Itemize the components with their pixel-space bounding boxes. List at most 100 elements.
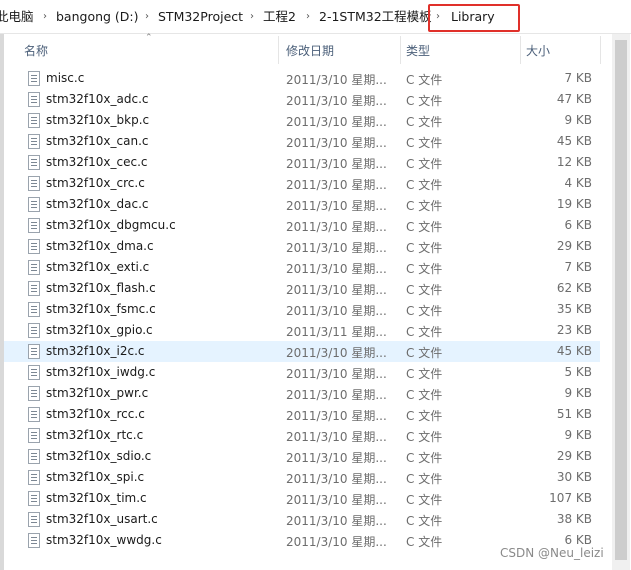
file-type: C 文件 <box>406 283 443 297</box>
file-row[interactable]: stm32f10x_exti.c 2011/3/10 星期... C 文件 7 KB <box>4 257 600 278</box>
file-row[interactable]: stm32f10x_flash.c 2011/3/10 星期... C 文件 62 K… <box>4 278 600 299</box>
file-size: 35 KB <box>556 302 592 316</box>
c-file-icon <box>28 218 40 233</box>
c-file-icon <box>28 533 40 548</box>
c-file-icon <box>28 428 40 443</box>
file-date: 2011/3/10 星期... <box>286 157 387 171</box>
file-size: 29 KB <box>556 239 592 253</box>
file-type: C 文件 <box>406 493 443 507</box>
file-type: C 文件 <box>406 367 443 381</box>
address-bar[interactable]: 此电脑 › bangong (D:) › STM32Project › 工程2 … <box>0 0 631 34</box>
file-row[interactable]: misc.c 2011/3/10 星期... C 文件 7 KB <box>4 68 600 89</box>
file-date: 2011/3/10 星期... <box>286 451 387 465</box>
file-date: 2011/3/10 星期... <box>286 220 387 234</box>
file-row[interactable]: stm32f10x_fsmc.c 2011/3/10 星期... C 文件 35 KB <box>4 299 600 320</box>
file-name: stm32f10x_bkp.c <box>46 113 150 127</box>
c-file-icon <box>28 71 40 86</box>
file-type: C 文件 <box>406 262 443 276</box>
column-divider[interactable] <box>278 36 279 64</box>
file-date: 2011/3/10 星期... <box>286 178 387 192</box>
file-name: stm32f10x_sdio.c <box>46 449 152 463</box>
breadcrumb-template[interactable]: 2-1STM32工程模板 <box>319 9 432 25</box>
file-type: C 文件 <box>406 199 443 213</box>
file-row[interactable]: stm32f10x_dma.c 2011/3/10 星期... C 文件 29 KB <box>4 236 600 257</box>
file-row[interactable]: stm32f10x_bkp.c 2011/3/10 星期... C 文件 9 KB <box>4 110 600 131</box>
file-size: 7 KB <box>564 260 592 274</box>
file-type: C 文件 <box>406 325 443 339</box>
column-divider[interactable] <box>600 36 601 64</box>
column-header-date[interactable]: 修改日期 <box>286 42 334 59</box>
file-type: C 文件 <box>406 157 443 171</box>
file-row[interactable]: stm32f10x_i2c.c 2011/3/10 星期... C 文件 45 KB <box>4 341 600 362</box>
file-date: 2011/3/10 星期... <box>286 367 387 381</box>
file-type: C 文件 <box>406 241 443 255</box>
column-header-name[interactable]: 名称 <box>24 42 48 59</box>
file-date: 2011/3/10 星期... <box>286 304 387 318</box>
c-file-icon <box>28 386 40 401</box>
file-name: misc.c <box>46 71 85 85</box>
file-row[interactable]: stm32f10x_rcc.c 2011/3/10 星期... C 文件 51 KB <box>4 404 600 425</box>
file-type: C 文件 <box>406 514 443 528</box>
file-type: C 文件 <box>406 304 443 318</box>
watermark: CSDN @Neu_leizi <box>500 546 604 560</box>
file-type: C 文件 <box>406 388 443 402</box>
file-row[interactable]: stm32f10x_dbgmcu.c 2011/3/10 星期... C 文件 6 K… <box>4 215 600 236</box>
file-row[interactable]: stm32f10x_spi.c 2011/3/10 星期... C 文件 30 KB <box>4 467 600 488</box>
c-file-icon <box>28 365 40 380</box>
file-row[interactable]: stm32f10x_cec.c 2011/3/10 星期... C 文件 12 KB <box>4 152 600 173</box>
file-name: stm32f10x_rcc.c <box>46 407 145 421</box>
c-file-icon <box>28 197 40 212</box>
file-type: C 文件 <box>406 409 443 423</box>
file-row[interactable]: stm32f10x_crc.c 2011/3/10 星期... C 文件 4 KB <box>4 173 600 194</box>
file-name: stm32f10x_iwdg.c <box>46 365 156 379</box>
file-date: 2011/3/10 星期... <box>286 409 387 423</box>
file-row[interactable]: stm32f10x_usart.c 2011/3/10 星期... C 文件 38 K… <box>4 509 600 530</box>
file-size: 23 KB <box>556 323 592 337</box>
file-name: stm32f10x_usart.c <box>46 512 158 526</box>
file-row[interactable]: stm32f10x_can.c 2011/3/10 星期... C 文件 45 KB <box>4 131 600 152</box>
scrollbar-thumb[interactable] <box>615 40 627 560</box>
file-row[interactable]: stm32f10x_gpio.c 2011/3/11 星期... C 文件 23 KB <box>4 320 600 341</box>
file-type: C 文件 <box>406 220 443 234</box>
file-name: stm32f10x_flash.c <box>46 281 156 295</box>
c-file-icon <box>28 92 40 107</box>
file-name: stm32f10x_gpio.c <box>46 323 153 337</box>
file-name: stm32f10x_i2c.c <box>46 344 145 358</box>
file-row[interactable]: stm32f10x_pwr.c 2011/3/10 星期... C 文件 9 KB <box>4 383 600 404</box>
file-date: 2011/3/10 星期... <box>286 514 387 528</box>
c-file-icon <box>28 260 40 275</box>
column-divider[interactable] <box>400 36 401 64</box>
breadcrumb-this-pc[interactable]: 此电脑 <box>0 9 34 25</box>
chevron-right-icon[interactable]: › <box>43 9 47 25</box>
file-size: 9 KB <box>564 113 592 127</box>
breadcrumb-drive[interactable]: bangong (D:) <box>56 9 139 25</box>
breadcrumb-stm32project[interactable]: STM32Project <box>158 9 243 25</box>
column-header-size[interactable]: 大小 <box>526 42 550 59</box>
breadcrumb-project2[interactable]: 工程2 <box>263 9 296 25</box>
file-name: stm32f10x_crc.c <box>46 176 145 190</box>
file-row[interactable]: stm32f10x_adc.c 2011/3/10 星期... C 文件 47 KB <box>4 89 600 110</box>
file-row[interactable]: stm32f10x_dac.c 2011/3/10 星期... C 文件 19 KB <box>4 194 600 215</box>
file-row[interactable]: stm32f10x_sdio.c 2011/3/10 星期... C 文件 29 KB <box>4 446 600 467</box>
file-type: C 文件 <box>406 136 443 150</box>
column-header-type[interactable]: 类型 <box>406 42 430 59</box>
file-name: stm32f10x_cec.c <box>46 155 148 169</box>
file-size: 51 KB <box>556 407 592 421</box>
file-row[interactable]: stm32f10x_iwdg.c 2011/3/10 星期... C 文件 5 KB <box>4 362 600 383</box>
c-file-icon <box>28 239 40 254</box>
file-size: 38 KB <box>556 512 592 526</box>
file-row[interactable]: stm32f10x_rtc.c 2011/3/10 星期... C 文件 9 KB <box>4 425 600 446</box>
chevron-right-icon[interactable]: › <box>145 9 149 25</box>
file-type: C 文件 <box>406 430 443 444</box>
column-divider[interactable] <box>520 36 521 64</box>
file-date: 2011/3/10 星期... <box>286 115 387 129</box>
chevron-right-icon[interactable]: › <box>306 9 310 25</box>
file-name: stm32f10x_wwdg.c <box>46 533 162 547</box>
file-row[interactable]: stm32f10x_tim.c 2011/3/10 星期... C 文件 107 KB <box>4 488 600 509</box>
c-file-icon <box>28 491 40 506</box>
file-size: 30 KB <box>556 470 592 484</box>
file-size: 6 KB <box>564 533 592 547</box>
file-name: stm32f10x_pwr.c <box>46 386 149 400</box>
chevron-right-icon[interactable]: › <box>250 9 254 25</box>
file-name: stm32f10x_rtc.c <box>46 428 144 442</box>
